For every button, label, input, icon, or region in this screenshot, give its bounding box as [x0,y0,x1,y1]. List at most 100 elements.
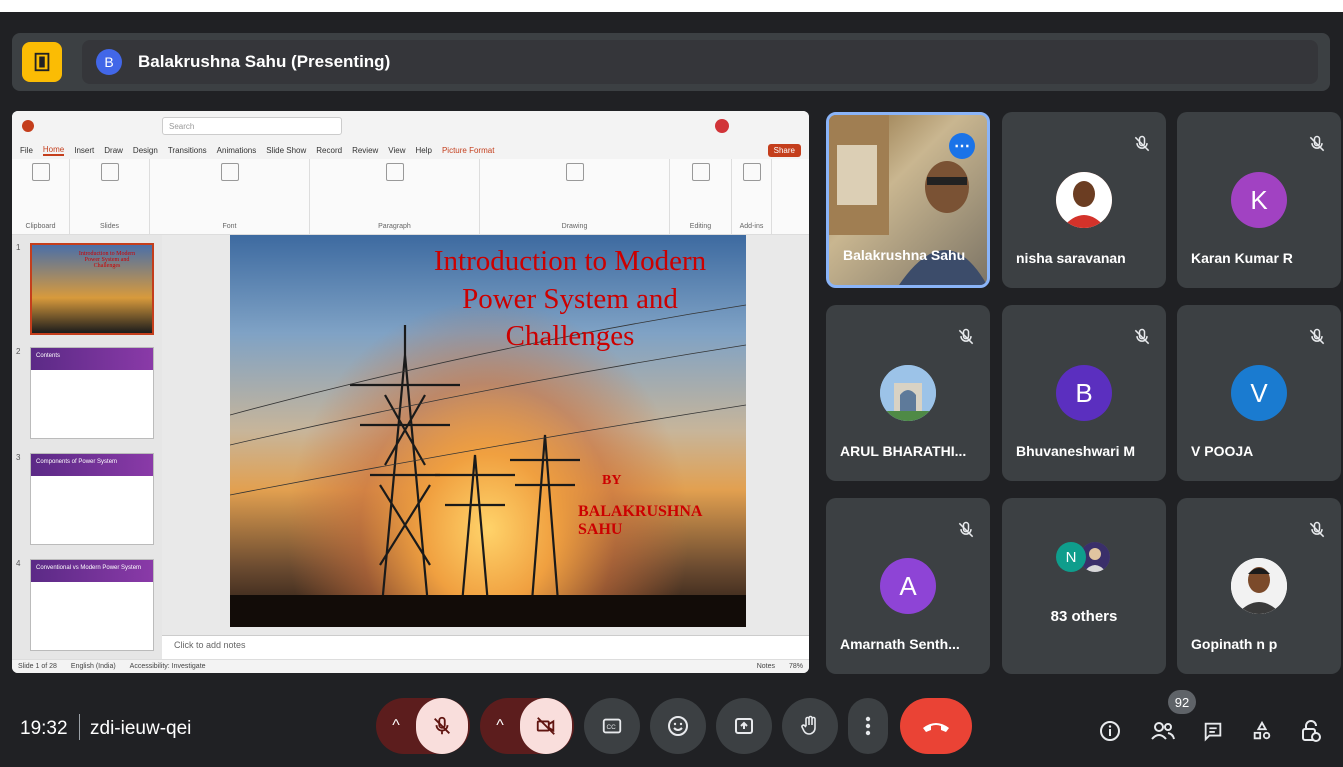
ribbon-group-font: Font [150,159,310,234]
ribbon-group-slides: Slides [70,159,150,234]
slide-author: BALAKRUSHNA SAHU [578,503,702,538]
participant-tile[interactable]: K Karan Kumar R [1177,112,1341,288]
status-slide-count: Slide 1 of 28 [18,663,57,670]
more-options-icon[interactable]: ⋯ [949,133,975,159]
ppt-ribbon-tabs: File Home Insert Draw Design Transitions… [12,141,809,159]
status-notes-button[interactable]: Notes [757,663,775,670]
participant-tile[interactable]: V V POOJA [1177,305,1341,481]
powerpoint-logo-icon [22,120,34,132]
tab-file[interactable]: File [20,146,33,155]
info-icon[interactable] [1097,718,1123,744]
paste-icon[interactable] [31,163,50,181]
participant-photo [1231,558,1287,614]
captions-icon[interactable]: CC [584,698,640,754]
notes-field[interactable]: Click to add notes [162,635,809,659]
participant-tile[interactable]: ARUL BHARATHI... [826,305,990,481]
slide-title[interactable]: Introduction to Modern Power System and … [400,243,740,356]
tab-review[interactable]: Review [352,146,378,155]
ppt-user-avatar [715,119,729,133]
slide-by: BY [602,473,622,488]
current-slide[interactable]: Introduction to Modern Power System and … [230,235,746,627]
thumb-number: 4 [16,559,21,568]
participant-tile[interactable]: ⋯ Balakrushna Sahu [826,112,990,288]
present-icon[interactable] [716,698,772,754]
participant-avatar: K [1231,172,1287,228]
ppt-search-input[interactable]: Search [162,117,342,135]
shared-screen: Search File Home Insert Draw Design Tran… [12,111,809,673]
mic-off-icon[interactable] [416,698,468,754]
door-icon[interactable] [22,42,62,82]
thumb-title: Conventional vs Modern Power System [31,560,153,582]
participant-tile[interactable]: B Bhuvaneshwari M [1002,305,1166,481]
ribbon-group-addins: Add-ins [732,159,772,234]
participant-name: Karan Kumar R [1191,250,1293,266]
thumb-title: Components of Power System [31,454,153,476]
new-slide-icon[interactable] [100,163,119,181]
chat-icon[interactable] [1200,718,1226,744]
activities-icon[interactable] [1249,718,1275,744]
status-language[interactable]: English (India) [71,663,116,670]
ribbon-group-drawing: Drawing [480,159,670,234]
tab-help[interactable]: Help [416,146,432,155]
emoji-icon[interactable] [650,698,706,754]
participant-tile[interactable]: A Amarnath Senth... [826,498,990,674]
participant-avatar: V [1231,365,1287,421]
tab-record[interactable]: Record [316,146,342,155]
tab-transitions[interactable]: Transitions [168,146,207,155]
presenter-avatar: B [96,49,122,75]
participant-tile[interactable]: Gopinath n p [1177,498,1341,674]
addins-icon[interactable] [742,163,761,181]
others-count-label: 83 others [1050,608,1118,625]
camera-options-chevron-icon[interactable]: ^ [480,717,520,735]
slide-thumb-3[interactable]: Components of Power System [30,453,154,545]
participant-count-badge: 92 [1168,690,1196,714]
find-icon[interactable] [691,163,710,181]
ribbon-group-clipboard: Clipboard [12,159,70,234]
ppt-titlebar: Search [12,111,809,141]
participant-tile[interactable]: nisha saravanan [1002,112,1166,288]
control-bar: 19:32 zdi-ieuw-qei ^ ^ CC [0,690,1343,767]
thumb-number: 1 [16,243,21,252]
thumb-title: Introduction to Modern Power System and … [78,251,136,269]
host-controls-icon[interactable] [1298,718,1324,744]
shapes-icon[interactable] [565,163,584,181]
thumb-title: Contents [31,348,153,370]
presenter-pill: B Balakrushna Sahu (Presenting) [82,40,1318,84]
camera-control: ^ [480,698,574,754]
mic-off-icon [1134,328,1150,345]
slide-thumb-2[interactable]: Contents [30,347,154,439]
paragraph-icon[interactable] [385,163,404,181]
tab-animations[interactable]: Animations [217,146,257,155]
status-accessibility[interactable]: Accessibility: Investigate [130,663,206,670]
tab-insert[interactable]: Insert [74,146,94,155]
ppt-ribbon: Clipboard Slides Font Paragraph Drawing … [12,159,809,235]
status-zoom[interactable]: 78% [789,663,803,670]
tab-draw[interactable]: Draw [104,146,123,155]
mic-off-icon [1309,328,1325,345]
participant-name: V POOJA [1191,443,1254,459]
others-tile[interactable]: N 83 others [1002,498,1166,674]
slide-thumb-1[interactable]: Introduction to Modern Power System and … [30,243,154,335]
tab-design[interactable]: Design [133,146,158,155]
people-icon[interactable] [1150,718,1176,744]
tab-view[interactable]: View [388,146,405,155]
participant-name: Bhuvaneshwari M [1016,443,1136,459]
mic-options-chevron-icon[interactable]: ^ [376,717,416,735]
participant-avatar: B [1056,365,1112,421]
divider [79,714,80,740]
slide-thumb-4[interactable]: Conventional vs Modern Power System [30,559,154,651]
call-end-icon[interactable] [900,698,972,754]
participant-name: Amarnath Senth... [840,636,960,652]
raise-hand-icon[interactable] [782,698,838,754]
share-button[interactable]: Share [767,143,801,157]
camera-off-icon[interactable] [520,698,572,754]
tab-home[interactable]: Home [42,145,65,156]
participant-avatar: A [880,558,936,614]
font-icon[interactable] [220,163,239,181]
more-vert-icon[interactable] [848,698,888,754]
mic-off-icon [1309,521,1325,538]
ribbon-group-editing: Editing [670,159,732,234]
tab-picture-format[interactable]: Picture Format [442,146,494,155]
tab-slide-show[interactable]: Slide Show [266,146,306,155]
participant-name: Gopinath n p [1191,636,1278,652]
